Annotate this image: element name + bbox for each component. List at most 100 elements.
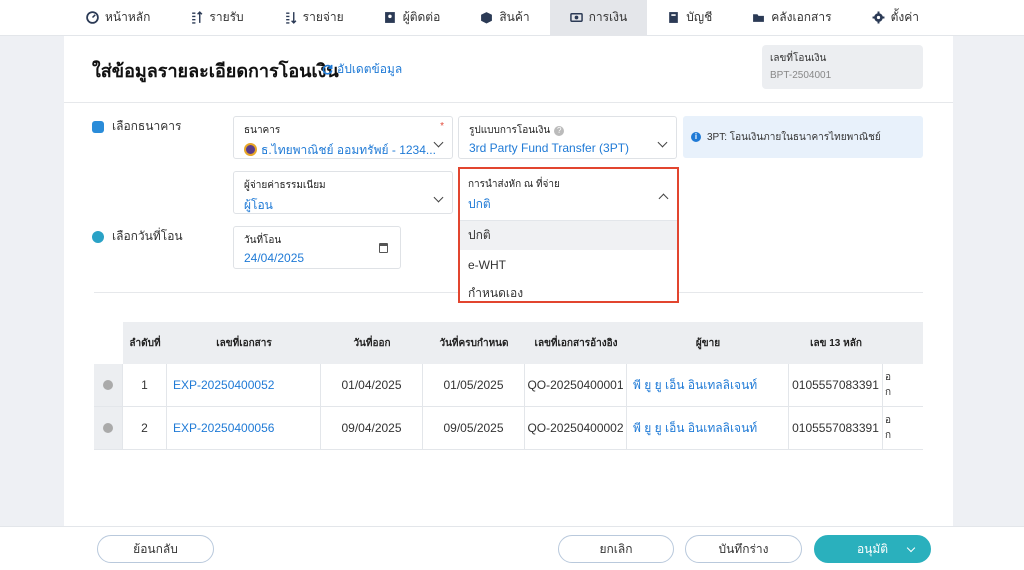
bank-value-text: ธ.ไทยพาณิชย์ ออมทรัพย์ - 1234... bbox=[261, 143, 436, 157]
section-bank-label: เลือกธนาคาร bbox=[112, 119, 182, 133]
col-issue-date: วันที่ออก bbox=[353, 337, 391, 349]
help-icon[interactable]: ? bbox=[554, 125, 565, 136]
wht-option-normal[interactable]: ปกติ bbox=[460, 221, 677, 250]
row-more: อก bbox=[883, 407, 892, 449]
copy-icon bbox=[92, 120, 104, 133]
bottom-action-bar: ย้อนกลับ ยกเลิก บันทึกร่าง อนุมัติ bbox=[0, 526, 1024, 570]
row-vendor-link[interactable]: พี ยู ยู เอ็น อินเทลลิเจนท์ bbox=[627, 364, 789, 406]
wht-option-ewht[interactable]: e-WHT bbox=[460, 250, 677, 279]
check-icon bbox=[103, 380, 113, 390]
dashboard-icon bbox=[86, 11, 99, 24]
nav-item-accounting[interactable]: บัญชี bbox=[647, 0, 732, 36]
row-issue-date: 09/04/2025 bbox=[321, 407, 423, 449]
row-more-2: ก bbox=[885, 387, 892, 398]
date-label: วันที่โอน bbox=[244, 235, 282, 246]
check-icon bbox=[103, 423, 113, 433]
row-more-1: อ bbox=[885, 372, 892, 383]
col-vendor: ผู้ขาย bbox=[695, 337, 721, 349]
expense-icon bbox=[285, 12, 297, 24]
bank-field-label: ธนาคาร bbox=[244, 125, 281, 136]
nav-label: หน้าหลัก bbox=[105, 10, 151, 24]
page-title: ใส่ข้อมูลรายละเอียดการโอนเงิน bbox=[92, 61, 339, 81]
top-navigation: หน้าหลัก รายรับ รายจ่าย ผู้ติดต่อ สินค้า… bbox=[0, 0, 1024, 36]
contacts-icon bbox=[384, 12, 395, 23]
section-date: เลือกวันที่โอน bbox=[92, 227, 183, 246]
fee-payer-label: ผู้จ่ายค่าธรรมเนียม bbox=[244, 180, 326, 191]
chevron-down-icon[interactable] bbox=[906, 543, 916, 553]
refresh-icon bbox=[322, 64, 333, 75]
section-date-label: เลือกวันที่โอน bbox=[112, 229, 183, 243]
nav-label: รายรับ bbox=[209, 10, 244, 24]
bank-select[interactable]: ธนาคาร * ธ.ไทยพาณิชย์ ออมทรัพย์ - 1234..… bbox=[233, 116, 453, 159]
money-icon bbox=[569, 13, 583, 22]
save-draft-button[interactable]: บันทึกร่าง bbox=[685, 535, 802, 563]
fee-payer-value: ผู้โอน bbox=[244, 198, 273, 212]
refresh-label: อัปเดตข้อมูล bbox=[337, 62, 403, 76]
table-row[interactable]: 2 EXP-20250400056 09/04/2025 09/05/2025 … bbox=[94, 407, 923, 450]
nav-item-expense[interactable]: รายจ่าย bbox=[264, 0, 364, 36]
wht-dropdown[interactable]: การนำส่งหัก ณ ที่จ่าย ปกติ ปกติ e-WHT กำ… bbox=[458, 167, 679, 303]
col-ref-doc: เลขที่เอกสารอ้างอิง bbox=[534, 337, 618, 349]
nav-item-income[interactable]: รายรับ bbox=[170, 0, 263, 36]
nav-label: คลังเอกสาร bbox=[771, 10, 832, 24]
wht-value: ปกติ bbox=[468, 197, 491, 211]
nav-label: การเงิน bbox=[588, 10, 628, 24]
nav-item-documents[interactable]: คลังเอกสาร bbox=[732, 0, 851, 36]
transfer-type-select[interactable]: รูปแบบการโอนเงิน? 3rd Party Fund Transfe… bbox=[458, 116, 677, 159]
nav-label: รายจ่าย bbox=[302, 10, 344, 24]
income-icon bbox=[192, 11, 203, 24]
row-more: อก bbox=[883, 364, 892, 406]
nav-label: สินค้า bbox=[499, 10, 530, 24]
date-value: 24/04/2025 bbox=[244, 251, 305, 265]
book-icon bbox=[669, 12, 679, 23]
info-text: 3PT: โอนเงินภายในธนาคารไทยพาณิชย์ bbox=[707, 131, 881, 143]
approve-button[interactable]: อนุมัติ bbox=[814, 535, 931, 563]
table-row[interactable]: 1 EXP-20250400052 01/04/2025 01/05/2025 … bbox=[94, 364, 923, 407]
table-header: ลำดับที่ เลขที่เอกสาร วันที่ออก วันที่คร… bbox=[123, 322, 923, 364]
approve-label: อนุมัติ bbox=[856, 541, 889, 556]
row-tax-id: 0105557083391 bbox=[789, 407, 883, 449]
check-circle-icon bbox=[92, 230, 104, 243]
doc-number-box: เลขที่โอนเงิน BPT-2504001 bbox=[762, 45, 923, 89]
required-mark: * bbox=[440, 121, 444, 132]
refresh-button[interactable]: อัปเดตข้อมูล bbox=[322, 60, 402, 79]
back-button[interactable]: ย้อนกลับ bbox=[97, 535, 214, 563]
row-due-date: 09/05/2025 bbox=[423, 407, 525, 449]
fee-payer-select[interactable]: ผู้จ่ายค่าธรรมเนียม ผู้โอน bbox=[233, 171, 453, 214]
row-vendor-link[interactable]: พี ยู ยู เอ็น อินเทลลิเจนท์ bbox=[627, 407, 789, 449]
col-tax-id: เลข 13 หลัก bbox=[810, 337, 862, 349]
transfer-form-card: ใส่ข้อมูลรายละเอียดการโอนเงิน อัปเดตข้อม… bbox=[64, 36, 953, 526]
documents-table: ลำดับที่ เลขที่เอกสาร วันที่ออก วันที่คร… bbox=[94, 322, 923, 450]
row-doc-link[interactable]: EXP-20250400052 bbox=[167, 364, 321, 406]
cancel-button[interactable]: ยกเลิก bbox=[558, 535, 674, 563]
info-icon: i bbox=[691, 132, 701, 142]
transfer-type-label: รูปแบบการโอนเงิน? bbox=[469, 123, 666, 138]
row-checkbox[interactable] bbox=[94, 407, 123, 449]
row-tax-id: 0105557083391 bbox=[789, 364, 883, 406]
row-no: 2 bbox=[123, 407, 167, 449]
nav-label: ตั้งค่า bbox=[890, 10, 919, 24]
wht-option-custom[interactable]: กำหนดเอง bbox=[460, 279, 677, 308]
row-ref-doc: QO-20250400002 bbox=[525, 407, 627, 449]
row-checkbox[interactable] bbox=[94, 364, 123, 406]
info-box: i 3PT: โอนเงินภายในธนาคารไทยพาณิชย์ bbox=[683, 116, 923, 158]
col-no: ลำดับที่ bbox=[129, 337, 161, 349]
nav-item-dashboard[interactable]: หน้าหลัก bbox=[66, 0, 170, 36]
row-due-date: 01/05/2025 bbox=[423, 364, 525, 406]
row-issue-date: 01/04/2025 bbox=[321, 364, 423, 406]
calendar-icon[interactable] bbox=[379, 243, 388, 253]
wht-label: การนำส่งหัก ณ ที่จ่าย bbox=[468, 179, 560, 190]
nav-item-settings[interactable]: ตั้งค่า bbox=[852, 0, 939, 36]
transfer-date-field[interactable]: วันที่โอน 24/04/2025 bbox=[233, 226, 401, 269]
gear-icon bbox=[872, 11, 885, 24]
row-doc-link[interactable]: EXP-20250400056 bbox=[167, 407, 321, 449]
row-no: 1 bbox=[123, 364, 167, 406]
col-due-date: วันที่ครบกำหนด bbox=[439, 337, 509, 349]
bank-field-value: ธ.ไทยพาณิชย์ ออมทรัพย์ - 1234... bbox=[244, 141, 442, 160]
box-icon bbox=[481, 12, 493, 24]
nav-item-finance[interactable]: การเงิน bbox=[549, 0, 648, 36]
nav-label: บัญชี bbox=[686, 10, 713, 24]
nav-item-products[interactable]: สินค้า bbox=[460, 0, 549, 36]
doc-number-label: เลขที่โอนเงิน bbox=[770, 53, 827, 64]
nav-item-contacts[interactable]: ผู้ติดต่อ bbox=[364, 0, 461, 36]
